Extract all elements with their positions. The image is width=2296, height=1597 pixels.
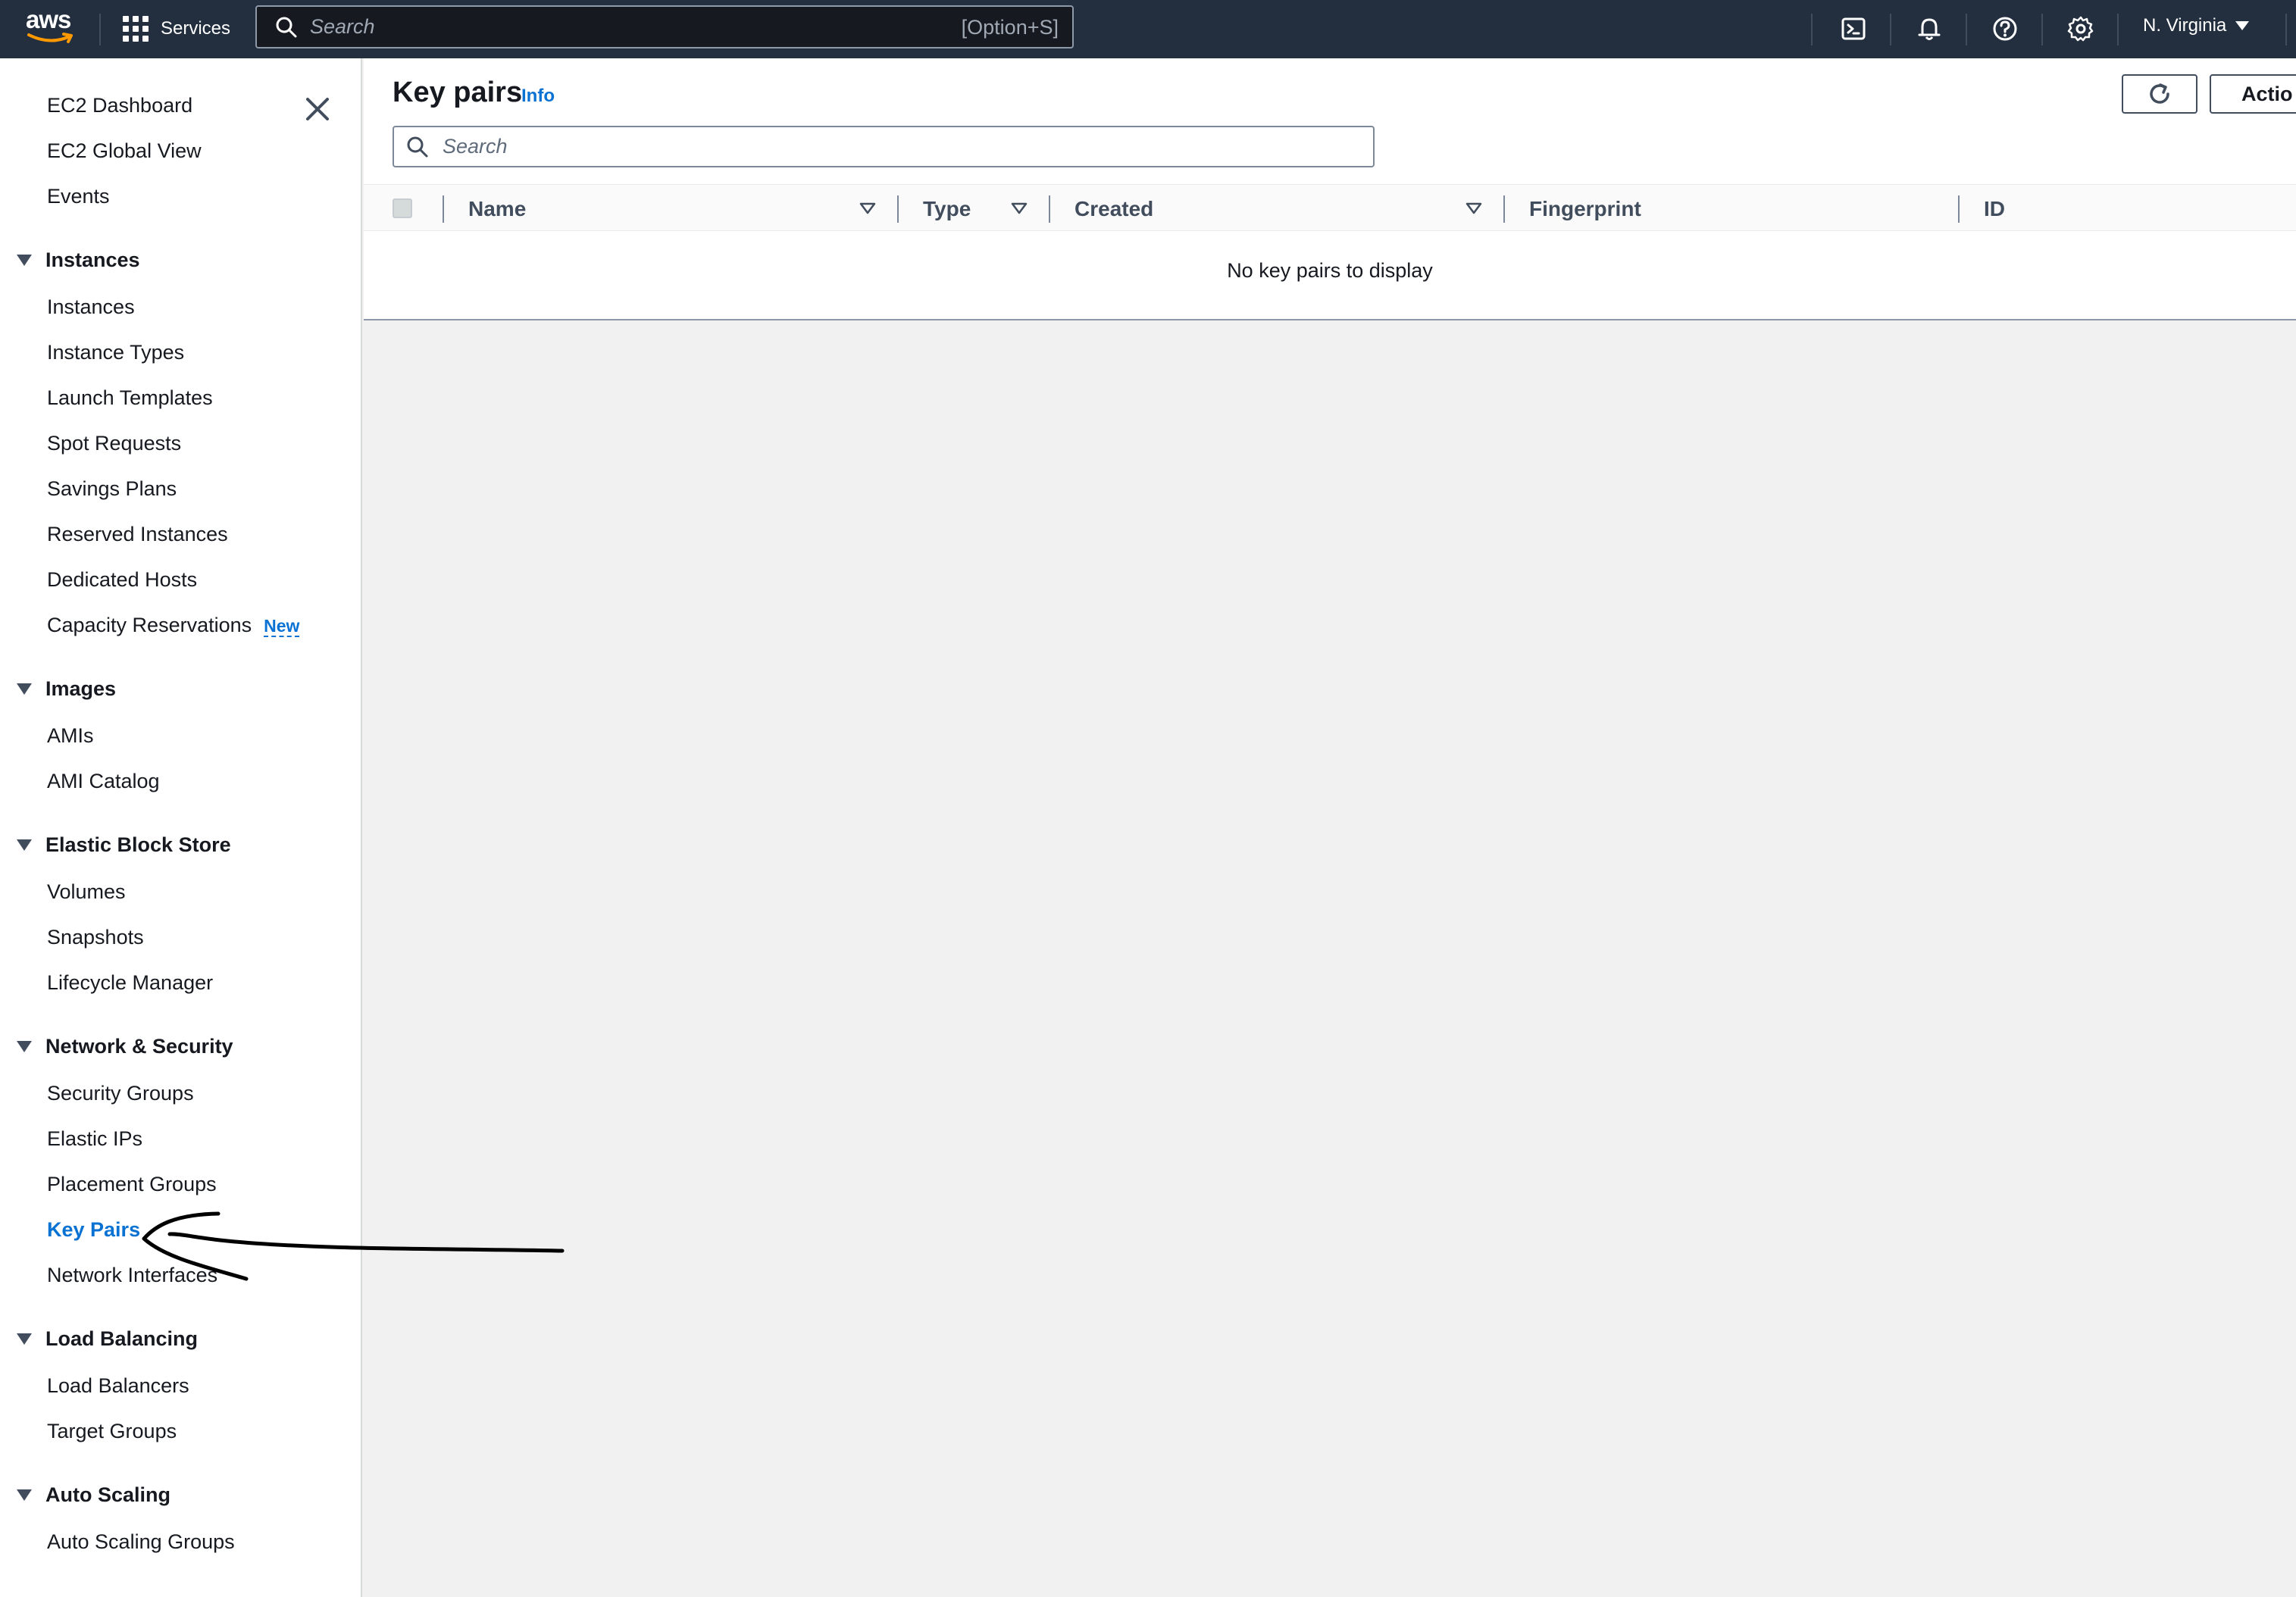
column-divider[interactable]: [1503, 195, 1505, 223]
info-link[interactable]: Info: [521, 86, 555, 107]
caret-down-icon: [17, 255, 32, 266]
sort-icon[interactable]: [1465, 202, 1482, 215]
close-icon[interactable]: [302, 93, 333, 125]
main-content: Key pairs Info Actio Name Type: [364, 58, 2296, 1597]
section-images[interactable]: Images: [17, 677, 116, 701]
refresh-button[interactable]: [2122, 74, 2197, 114]
section-elastic-block-store[interactable]: Elastic Block Store: [17, 833, 231, 857]
section-load-balancing[interactable]: Load Balancing: [17, 1327, 198, 1351]
region-selector[interactable]: N. Virginia: [2143, 15, 2250, 36]
region-label: N. Virginia: [2143, 15, 2227, 36]
side-navigation: EC2 Dashboard EC2 Global View Events Ins…: [0, 58, 362, 1597]
nav-divider: [1811, 14, 1813, 45]
nav-divider: [2117, 14, 2119, 45]
key-pairs-table-panel: Key pairs Info Actio Name Type: [364, 58, 2296, 320]
global-search[interactable]: [Option+S]: [255, 5, 1074, 48]
cloudshell-icon[interactable]: [1835, 11, 1872, 47]
empty-table-message: No key pairs to display: [1227, 259, 1433, 282]
nav-network-interfaces[interactable]: Network Interfaces: [47, 1264, 217, 1287]
nav-divider: [1890, 14, 1891, 45]
aws-logo[interactable]: aws: [26, 6, 76, 52]
search-shortcut-hint: [Option+S]: [961, 16, 1059, 39]
column-header-fingerprint[interactable]: Fingerprint: [1529, 197, 1641, 221]
services-label: Services: [161, 18, 231, 39]
section-instances[interactable]: Instances: [17, 248, 140, 272]
section-auto-scaling[interactable]: Auto Scaling: [17, 1483, 170, 1507]
nav-volumes[interactable]: Volumes: [47, 880, 126, 904]
nav-dedicated-hosts[interactable]: Dedicated Hosts: [47, 568, 197, 592]
nav-savings-plans[interactable]: Savings Plans: [47, 477, 177, 501]
nav-ami-catalog[interactable]: AMI Catalog: [47, 770, 160, 793]
nav-divider: [1966, 14, 1967, 45]
services-menu-button[interactable]: Services: [123, 11, 230, 47]
section-network-security[interactable]: Network & Security: [17, 1035, 233, 1058]
global-search-input[interactable]: [310, 15, 931, 39]
aws-smile-icon: [27, 33, 73, 43]
gear-icon[interactable]: [2063, 11, 2099, 47]
caret-down-icon: [17, 1333, 32, 1345]
caret-down-icon: [2235, 21, 2250, 30]
nav-amis[interactable]: AMIs: [47, 724, 94, 748]
nav-instances[interactable]: Instances: [47, 295, 135, 319]
nav-divider: [2041, 14, 2043, 45]
section-title: Images: [45, 677, 117, 700]
aws-logo-text: aws: [26, 5, 71, 33]
nav-elastic-ips[interactable]: Elastic IPs: [47, 1127, 142, 1151]
actions-button[interactable]: Actio: [2210, 74, 2296, 114]
page-title: Key pairs: [393, 77, 523, 108]
new-badge: New: [264, 616, 300, 637]
help-icon[interactable]: [1987, 11, 2023, 47]
search-icon: [276, 17, 297, 37]
nav-events[interactable]: Events: [47, 185, 110, 208]
nav-key-pairs[interactable]: Key Pairs: [47, 1218, 140, 1242]
section-title: Auto Scaling: [45, 1483, 171, 1506]
caret-down-icon: [17, 683, 32, 695]
bell-icon[interactable]: [1911, 11, 1947, 47]
column-header-name[interactable]: Name: [468, 197, 526, 221]
refresh-icon: [2150, 83, 2169, 104]
nav-spot-requests[interactable]: Spot Requests: [47, 432, 181, 455]
nav-capacity-reservations[interactable]: Capacity Reservations New: [47, 614, 300, 637]
caret-down-icon: [17, 839, 32, 851]
nav-load-balancers[interactable]: Load Balancers: [47, 1374, 189, 1398]
nav-lifecycle-manager[interactable]: Lifecycle Manager: [47, 971, 213, 995]
nav-reserved-instances[interactable]: Reserved Instances: [47, 523, 228, 546]
nav-ec2-global-view[interactable]: EC2 Global View: [47, 139, 202, 163]
section-title: Elastic Block Store: [45, 833, 231, 856]
section-title: Network & Security: [45, 1035, 233, 1058]
select-all-checkbox[interactable]: [393, 198, 412, 218]
nav-security-groups[interactable]: Security Groups: [47, 1082, 194, 1105]
nav-launch-templates[interactable]: Launch Templates: [47, 386, 213, 410]
column-divider[interactable]: [897, 195, 899, 223]
nav-divider: [2285, 14, 2287, 45]
caret-down-icon: [17, 1041, 32, 1052]
grid-icon: [123, 16, 149, 42]
sort-icon[interactable]: [859, 202, 876, 215]
section-title: Instances: [45, 248, 140, 271]
caret-down-icon: [17, 1489, 32, 1501]
top-navigation: aws Services [Option+S]: [0, 0, 2296, 58]
table-search-input[interactable]: [443, 135, 1352, 158]
nav-link-label: Capacity Reservations: [47, 614, 252, 636]
table-header: Name Type Created Fingerprint ID: [364, 184, 2296, 231]
sort-icon[interactable]: [1011, 202, 1028, 215]
search-icon: [407, 136, 428, 157]
nav-snapshots[interactable]: Snapshots: [47, 926, 144, 949]
nav-placement-groups[interactable]: Placement Groups: [47, 1173, 217, 1196]
nav-auto-scaling-groups[interactable]: Auto Scaling Groups: [47, 1530, 235, 1554]
nav-instance-types[interactable]: Instance Types: [47, 341, 184, 364]
nav-target-groups[interactable]: Target Groups: [47, 1420, 177, 1443]
nav-ec2-dashboard[interactable]: EC2 Dashboard: [47, 94, 192, 117]
column-divider: [443, 195, 444, 223]
nav-divider: [99, 14, 101, 45]
section-title: Load Balancing: [45, 1327, 199, 1350]
column-header-created[interactable]: Created: [1074, 197, 1153, 221]
column-divider[interactable]: [1958, 195, 1960, 223]
column-divider[interactable]: [1049, 195, 1050, 223]
table-search[interactable]: [393, 126, 1375, 167]
column-header-type[interactable]: Type: [923, 197, 971, 221]
column-header-id[interactable]: ID: [1984, 197, 2005, 221]
